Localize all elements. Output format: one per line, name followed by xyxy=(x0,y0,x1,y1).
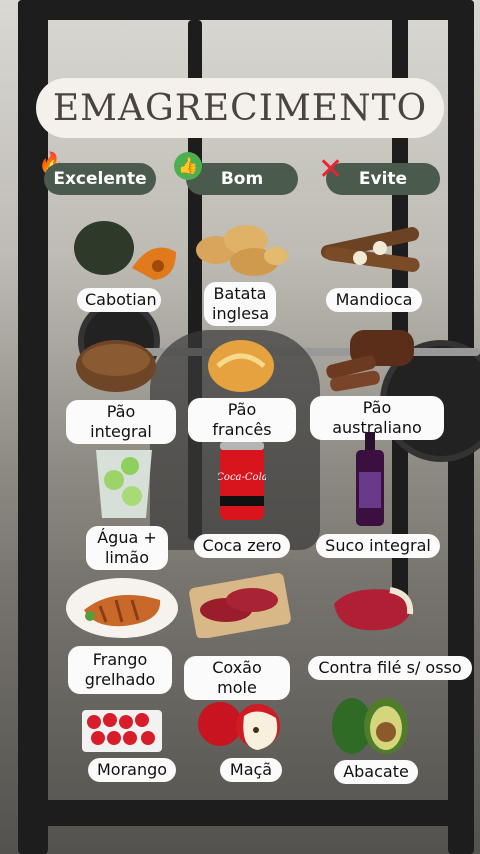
food-label-batata: Batata inglesa xyxy=(204,282,276,326)
apple-image xyxy=(198,702,280,750)
whole-bread-image xyxy=(76,340,156,392)
food-label-frango: Frango grelhado xyxy=(68,646,172,694)
thumbs-up-icon: 👍 xyxy=(174,152,202,180)
french-bread-image xyxy=(208,340,274,392)
food-label-coxao: Coxão mole xyxy=(184,656,290,700)
food-label-coca: Coca zero xyxy=(194,534,290,558)
potato-image xyxy=(196,225,288,276)
food-label-suco: Suco integral xyxy=(316,534,440,558)
rack-base xyxy=(18,800,474,826)
food-label-abacate: Abacate xyxy=(334,760,418,784)
food-label-morango: Morango xyxy=(88,758,176,782)
rack-top-bar xyxy=(18,0,474,20)
food-label-mandioca: Mandioca xyxy=(326,288,422,312)
juice-bottle-image xyxy=(356,432,384,526)
svg-text:Coca-Cola: Coca-Cola xyxy=(218,472,266,483)
beef-coxao-image xyxy=(189,573,291,638)
pumpkin-image xyxy=(74,221,176,280)
food-label-pao-integral: Pão integral xyxy=(66,400,176,444)
food-label-cabotian: Cabotian xyxy=(77,288,161,312)
page-title: EMAGRECIMENTO xyxy=(36,78,444,138)
category-bom: Bom xyxy=(186,163,298,195)
food-label-pao-frances: Pão francês xyxy=(188,398,296,442)
grilled-chicken-image xyxy=(66,578,178,638)
strawberry-tray-image xyxy=(82,710,162,752)
coca-zero-can-image: Coca-Cola xyxy=(218,442,266,520)
food-label-contra-file: Contra filé s/ osso xyxy=(308,656,472,680)
avocado-image xyxy=(332,698,408,754)
steak-contra-file-image xyxy=(334,587,414,631)
australian-bread-image xyxy=(326,330,414,392)
category-excelente: Excelente xyxy=(44,163,156,195)
lemon-water-image xyxy=(96,450,152,518)
food-label-maca: Maçã xyxy=(220,758,282,782)
cassava-image xyxy=(320,227,420,272)
food-label-agua: Água + limão xyxy=(86,526,168,570)
cross-mark-icon: ✕ xyxy=(318,152,344,187)
